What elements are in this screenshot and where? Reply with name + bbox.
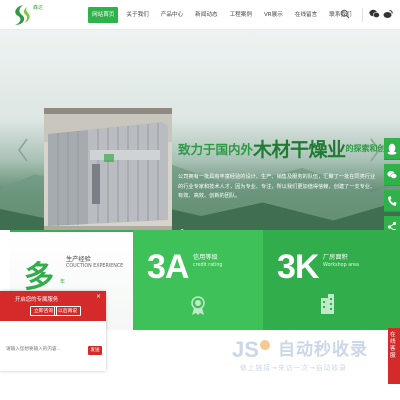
wechat-icon (387, 171, 397, 179)
later-button[interactable]: 以后再说 (54, 306, 82, 316)
main-nav: 网站首页 关于我们 产品中心 新闻动态 工程案例 VR展示 在线留言 联系我们 (88, 7, 360, 23)
building-icon (321, 294, 334, 314)
stat-number: 3A (147, 248, 189, 286)
nav-products[interactable]: 产品中心 (157, 7, 187, 23)
logo-icon (15, 5, 30, 25)
stat-number: 多 (24, 261, 54, 294)
medal-icon (191, 296, 205, 315)
nav-message[interactable]: 在线留言 (291, 7, 321, 23)
stat-workshop: 3K 厂房面积 Workshop area (263, 230, 400, 330)
nav-news[interactable]: 新闻动态 (191, 7, 221, 23)
search-icon[interactable] (340, 9, 350, 19)
headline-prefix: 致力于国内外 (178, 142, 254, 157)
stat-title: 信用等级 (193, 254, 218, 261)
stat-unit: 年 (60, 279, 66, 285)
stat-subtitle: COUCTION EXPERIENCE (66, 264, 124, 269)
side-wechat-button[interactable] (384, 164, 400, 186)
stat-subtitle: credit rating (193, 263, 223, 268)
svg-text:JS: JS (232, 337, 259, 361)
nav-cases[interactable]: 工程案例 (226, 7, 256, 23)
watermark-subtitle: 做上链接→来访一次→自动收录 (240, 364, 347, 372)
watermark: JS 自动秒收录 做上链接→来访一次→自动收录 (232, 335, 392, 379)
side-qq-button[interactable] (384, 138, 400, 160)
site-logo[interactable]: 森达 (9, 3, 49, 27)
stat-credit: 3A 信用等级 credit rating (133, 230, 263, 330)
hero-banner: 致力于国内外木材干燥业的探索和创新 公司拥有一批具有丰富经验的设计、生产、销售及… (0, 30, 400, 230)
phone-icon (388, 196, 397, 206)
stat-subtitle: Workshop area (323, 263, 359, 268)
chat-popup-title: 开启您的专属服务 (15, 297, 59, 303)
nav-vr[interactable]: VR展示 (260, 7, 287, 23)
chat-message-input[interactable] (4, 341, 76, 359)
company-intro: 公司拥有一批具有丰富经验的设计、生产、销售及服务的队伍，汇聚了一批在同类行业的行… (178, 174, 376, 199)
banner-headline: 致力于国内外木材干燥业的探索和创新 (178, 135, 394, 161)
headline-emphasis: 木材干燥业 (253, 139, 346, 161)
logo-text: 森达 (33, 5, 44, 11)
stat-title: 生产经验 (66, 256, 91, 263)
page: 森达 网站首页 关于我们 产品中心 新闻动态 工程案例 VR展示 在线留言 联系… (0, 0, 400, 400)
chat-popup-header: 开启您的专属服务 × 立即咨询 以后再说 (0, 291, 106, 321)
weibo-icon[interactable] (383, 9, 393, 19)
chat-popup: 开启您的专属服务 × 立即咨询 以后再说 发送 (0, 291, 106, 371)
drying-kiln-image (44, 108, 172, 230)
prev-slide-arrow-icon[interactable] (16, 137, 30, 163)
watermark-title: 自动秒收录 (278, 340, 368, 360)
nav-about[interactable]: 关于我们 (122, 7, 152, 23)
qq-icon (387, 143, 397, 155)
site-header: 森达 网站首页 关于我们 产品中心 新闻动态 工程案例 VR展示 在线留言 联系… (0, 0, 400, 30)
close-icon[interactable]: × (96, 293, 101, 300)
stat-title: 厂房面积 (323, 254, 348, 261)
watermark-logo-icon: JS (232, 337, 270, 361)
header-divider (362, 8, 363, 22)
stat-number: 3K (277, 248, 319, 286)
side-phone-button[interactable] (384, 190, 400, 212)
wechat-icon[interactable] (369, 9, 380, 19)
send-button[interactable]: 发送 (88, 346, 102, 355)
nav-home[interactable]: 网站首页 (88, 7, 119, 23)
